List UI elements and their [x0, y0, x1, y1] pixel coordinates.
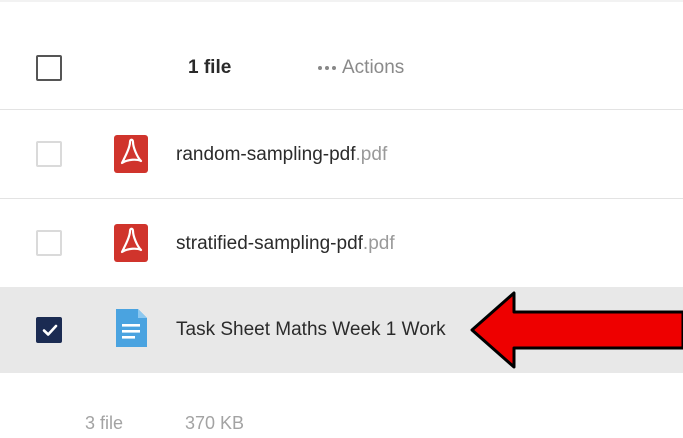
document-icon — [116, 309, 147, 347]
file-extension: .pdf — [355, 144, 388, 165]
file-name-base: stratified-sampling-pdf — [176, 233, 363, 254]
select-all-checkbox[interactable] — [36, 55, 62, 81]
row-checkbox[interactable] — [36, 230, 62, 256]
pdf-icon — [114, 224, 148, 262]
file-name[interactable]: random-sampling-pdf.pdf — [176, 144, 387, 166]
file-row[interactable]: stratified-sampling-pdf.pdf — [0, 199, 683, 288]
row-checkbox-checked[interactable] — [36, 317, 62, 343]
red-left-arrow-icon — [470, 291, 683, 369]
footer-total-size: 370 KB — [185, 413, 245, 433]
top-divider — [0, 0, 683, 2]
file-name[interactable]: stratified-sampling-pdf.pdf — [176, 233, 395, 255]
checkmark-icon — [42, 324, 58, 336]
footer-file-count: 3 file — [85, 413, 124, 433]
file-name-base: random-sampling-pdf — [176, 144, 356, 165]
file-row[interactable]: random-sampling-pdf.pdf — [0, 110, 683, 199]
actions-button[interactable]: Actions — [318, 57, 404, 79]
row-checkbox[interactable] — [36, 141, 62, 167]
actions-label: Actions — [342, 57, 405, 78]
selected-count-label: 1 file — [188, 57, 232, 78]
file-extension: .pdf — [362, 233, 395, 254]
file-name-base: Task Sheet Maths Week 1 Work — [176, 319, 446, 340]
file-name[interactable]: Task Sheet Maths Week 1 Work — [176, 319, 446, 341]
more-dots-icon — [318, 66, 336, 70]
file-list-footer: 3 file 370 KB — [0, 388, 683, 438]
file-list-header: 1 file Actions — [0, 36, 683, 110]
pdf-icon — [114, 135, 148, 173]
